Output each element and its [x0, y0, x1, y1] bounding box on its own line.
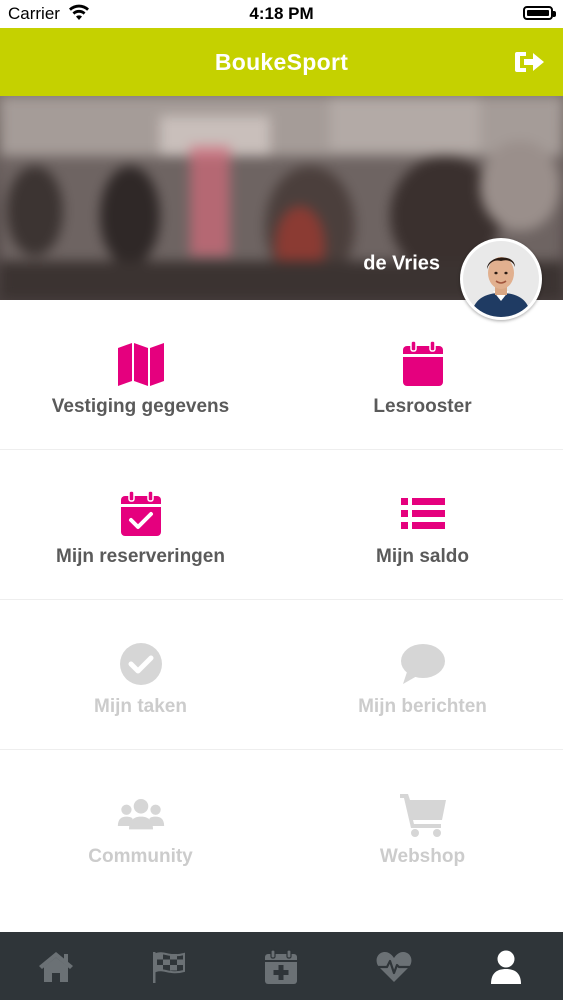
users-icon	[117, 799, 164, 830]
menu-tile-label: Mijn reserveringen	[56, 546, 225, 567]
menu-tile-mijn-berichten[interactable]: Mijn berichten	[282, 600, 563, 749]
calendar-plus-icon	[265, 949, 297, 984]
menu-tile-label: Webshop	[379, 846, 466, 867]
tab-health[interactable]	[338, 932, 450, 1000]
avatar-photo-icon	[463, 241, 539, 317]
menu-tile-label: Mijn saldo	[376, 546, 469, 567]
list-icon	[400, 498, 445, 529]
heartbeat-icon	[376, 952, 412, 982]
menu-tile-mijn-saldo[interactable]: Mijn saldo	[282, 450, 563, 599]
menu-row: Mijn reserveringen Mijn saldo	[0, 450, 563, 600]
app-header: BoukeSport	[0, 28, 563, 96]
tab-home[interactable]	[0, 932, 112, 1000]
menu-tile-community[interactable]: Community	[0, 750, 281, 899]
menu-tile-label: Community	[88, 846, 193, 867]
menu-tile-label: Vestiging gegevens	[51, 396, 230, 417]
user-avatar[interactable]	[460, 238, 542, 320]
menu-row: Mijn taken Mijn berichten	[0, 600, 563, 750]
user-icon	[491, 950, 521, 984]
menu-tile-label: Lesrooster	[373, 396, 472, 417]
home-icon	[39, 952, 73, 982]
tab-profile[interactable]	[450, 932, 562, 1000]
clock: 4:18 PM	[249, 4, 314, 23]
tab-challenges[interactable]	[113, 932, 225, 1000]
menu-row: Vestiging gegevens Lesrooster	[0, 300, 563, 450]
comment-icon	[400, 644, 445, 684]
user-name: de Vries	[363, 252, 440, 275]
shopping-cart-icon	[399, 794, 446, 837]
menu-tile-webshop[interactable]: Webshop	[282, 750, 563, 899]
battery-icon	[523, 6, 556, 20]
checkered-flag-icon	[153, 952, 185, 983]
check-circle-icon	[119, 643, 162, 685]
menu-tile-label: Mijn taken	[94, 696, 187, 717]
calendar-icon	[402, 340, 443, 386]
menu-tile-mijn-taken[interactable]: Mijn taken	[0, 600, 281, 749]
app-title: BoukeSport	[214, 49, 349, 75]
menu-row: Community Webshop	[0, 750, 563, 900]
tab-book[interactable]	[225, 932, 337, 1000]
menu-tile-mijn-reserveringen[interactable]: Mijn reserveringen	[0, 450, 281, 599]
main-menu: Vestiging gegevens Lesrooster Mijn reser…	[0, 300, 563, 932]
status-bar: Carrier 4:18 PM	[0, 0, 563, 28]
map-icon	[117, 343, 164, 386]
sign-out-icon[interactable]	[515, 48, 545, 76]
menu-tile-lesrooster[interactable]: Lesrooster	[282, 300, 563, 449]
menu-tile-label: Mijn berichten	[358, 696, 487, 717]
tab-bar	[0, 932, 563, 1000]
calendar-check-icon	[120, 490, 161, 536]
menu-tile-vestiging-gegevens[interactable]: Vestiging gegevens	[0, 300, 281, 449]
